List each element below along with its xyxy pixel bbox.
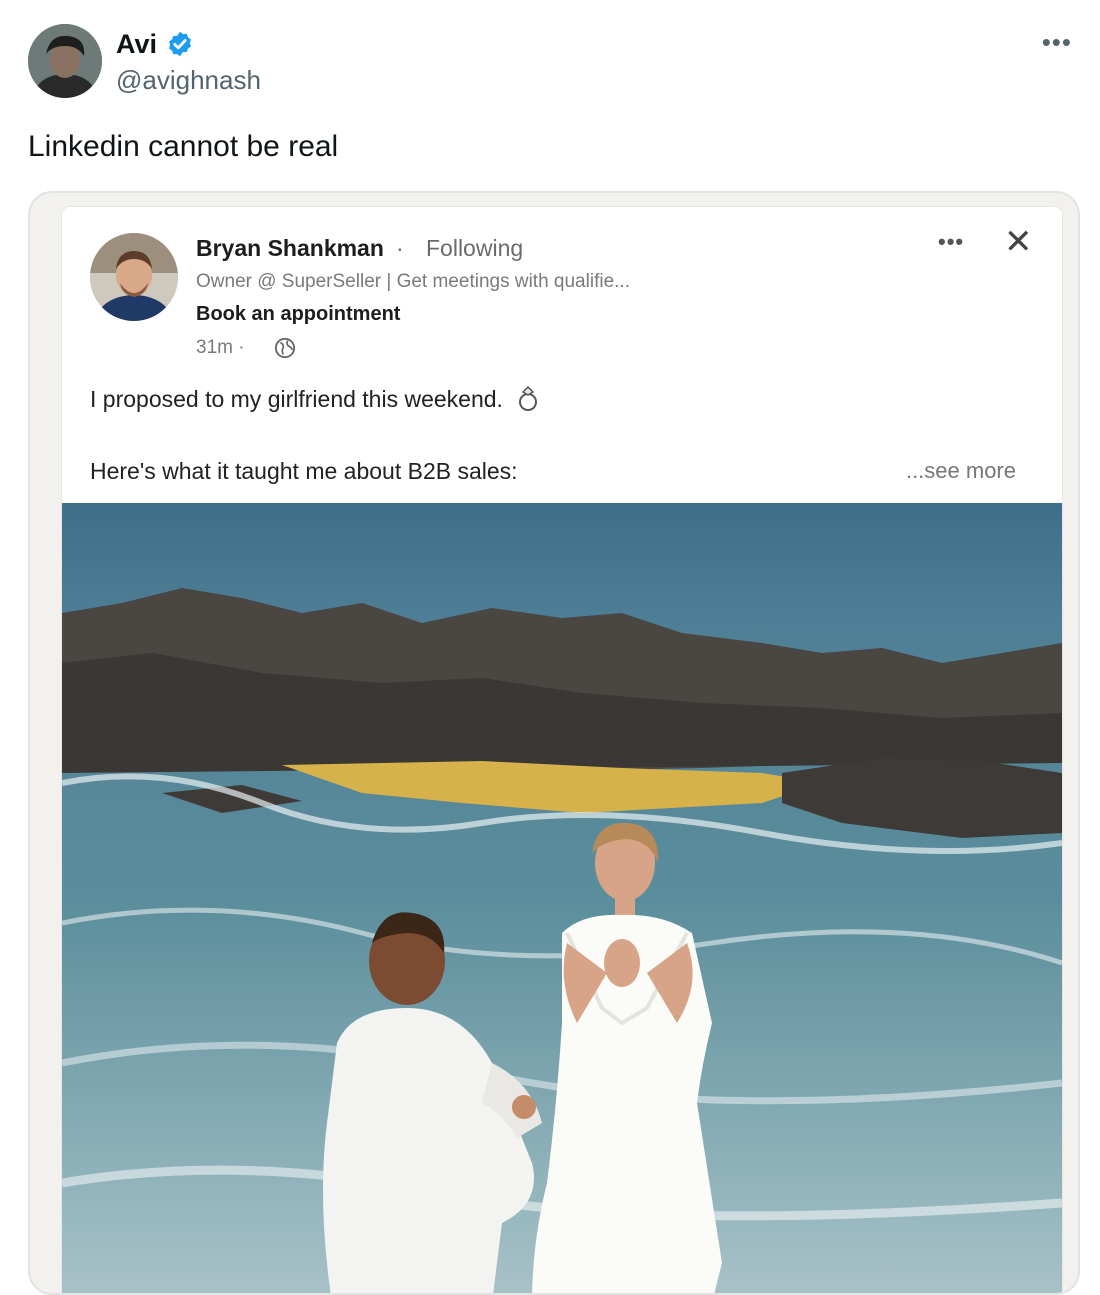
close-icon: ✕: [1004, 223, 1033, 261]
post-body-line-2: Here's what it taught me about B2B sales…: [90, 458, 518, 484]
ring-icon: [519, 385, 538, 411]
see-more-link: ...see more: [905, 458, 1016, 483]
proposal-beach-photo: [62, 503, 1062, 1293]
follow-status: Following: [426, 235, 524, 261]
tweet-text: Linkedin cannot be real: [28, 130, 339, 163]
author-display-name[interactable]: Avi: [116, 28, 157, 60]
linkedin-author-headline: Owner @ SuperSeller | Get meetings with …: [196, 271, 630, 292]
linkedin-author-avatar: [90, 233, 178, 321]
post-body-text-1: I proposed to my girlfriend this weekend…: [90, 386, 503, 412]
linkedin-author-name: Bryan Shankman: [196, 235, 384, 261]
author-avatar[interactable]: [28, 24, 102, 98]
book-appointment-link: Book an appointment: [196, 303, 401, 325]
verified-badge-icon: [169, 31, 191, 57]
post-body-line-1: I proposed to my girlfriend this weekend…: [90, 383, 543, 415]
tweet-media-image[interactable]: Bryan Shankman · Following Owner @ Super…: [28, 191, 1080, 1295]
author-handle[interactable]: @avighnash: [116, 64, 261, 96]
linkedin-post-card: Bryan Shankman · Following Owner @ Super…: [62, 207, 1062, 1293]
tweet-header: Avi @avighnash •••: [28, 24, 1078, 104]
linkedin-more-icon: •••: [938, 229, 965, 254]
name-separator: ·: [396, 235, 404, 261]
globe-icon: [274, 337, 296, 359]
post-time: 31m ·: [196, 337, 245, 358]
more-options-icon[interactable]: •••: [1042, 29, 1072, 55]
